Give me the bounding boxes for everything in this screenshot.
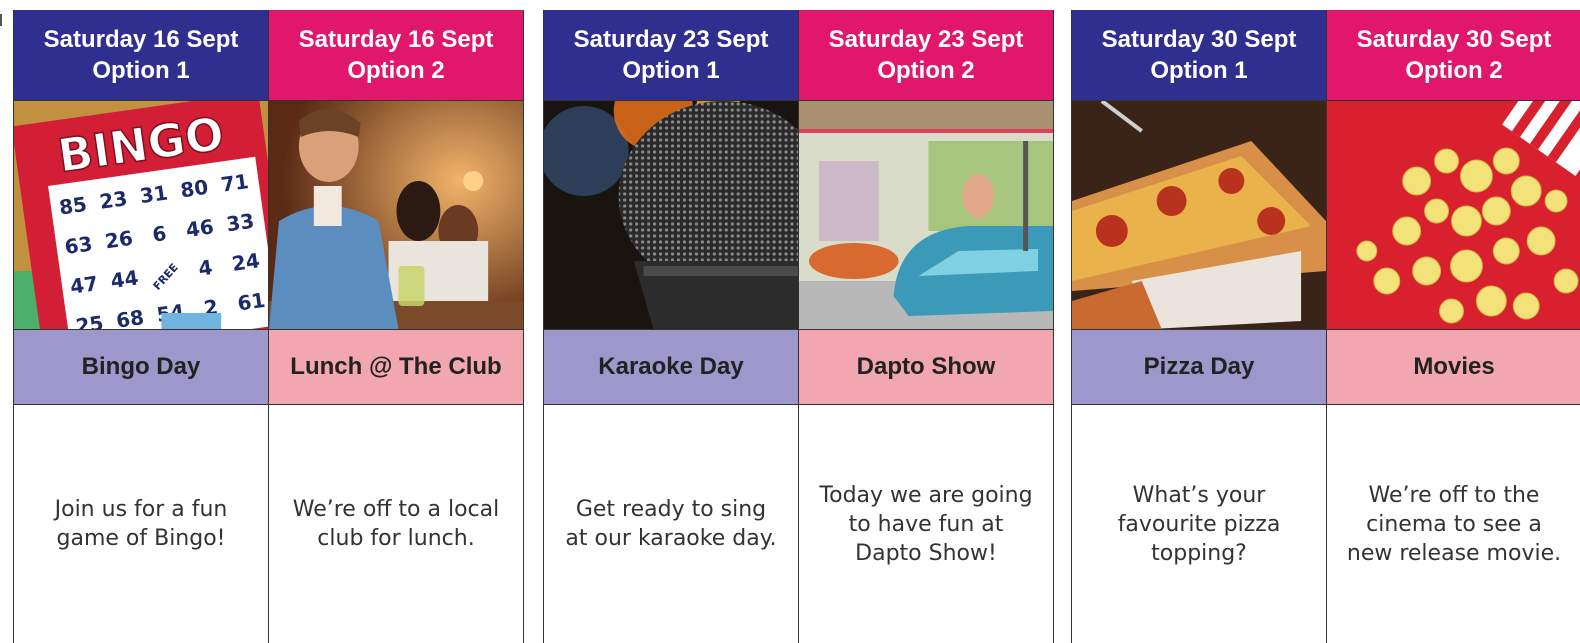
desc-line: What’s your	[1132, 482, 1266, 508]
desc-line: topping?	[1151, 540, 1247, 566]
card-header: Saturday 23 Sept Option 1	[544, 10, 798, 100]
bingo-number: 61	[236, 288, 267, 316]
lunch-photo	[269, 100, 523, 330]
card-title: Pizza Day	[1072, 330, 1326, 405]
card-date: Saturday 23 Sept	[828, 26, 1024, 53]
card-option: Option 2	[877, 57, 975, 84]
activity-card-movies: Saturday 30 Sept Option 2 Movies We’re o…	[1326, 10, 1580, 643]
desc-line: Today we are going	[819, 482, 1033, 508]
card-option: Option 2	[1405, 57, 1503, 84]
bingo-number: 68	[115, 305, 146, 329]
desc-line: new release movie.	[1346, 540, 1562, 566]
bingo-number: 31	[138, 180, 169, 208]
bingo-number: 46	[184, 214, 215, 242]
popcorn-photo	[1327, 100, 1580, 330]
activity-card-bingo: Saturday 16 Sept Option 1 BINGO 85 23 31 80…	[13, 10, 268, 643]
card-header: Saturday 23 Sept Option 2	[799, 10, 1053, 100]
card-description: Join us for a fun game of Bingo!	[14, 405, 268, 643]
desc-line: favourite pizza	[1117, 511, 1281, 537]
desc-line: game of Bingo!	[56, 526, 226, 551]
bingo-number: 23	[98, 186, 129, 214]
desc-line: Get ready to sing	[575, 497, 767, 522]
card-description: Today we are going to have fun at Dapto …	[799, 405, 1053, 643]
pizza-photo	[1072, 100, 1326, 330]
card-option: Option 2	[347, 57, 445, 84]
week-group-30-sept: Saturday 30 Sept Option 1 Pizza Day What…	[1071, 10, 1580, 643]
card-date: Saturday 16 Sept	[43, 26, 239, 53]
desc-line: cinema to see a	[1366, 511, 1542, 537]
card-description: What’s your favourite pizza topping?	[1072, 405, 1326, 643]
card-header: Saturday 30 Sept Option 2	[1327, 10, 1580, 100]
card-date: Saturday 23 Sept	[573, 26, 769, 53]
week-group-23-sept: Saturday 23 Sept Option 1 Karaoke Day Ge…	[543, 10, 1054, 643]
bingo-number: 24	[230, 248, 261, 276]
card-title: Bingo Day	[14, 330, 268, 405]
bingo-number: 47	[69, 271, 100, 299]
card-description: Get ready to sing at our karaoke day.	[544, 405, 798, 643]
desc-line: club for lunch.	[317, 526, 475, 551]
card-title: Lunch @ The Club	[269, 330, 523, 405]
card-option: Option 1	[622, 57, 720, 84]
card-title: Karaoke Day	[544, 330, 798, 405]
bingo-number: 26	[104, 226, 135, 254]
desc-line: to have fun at	[848, 511, 1004, 537]
page-edge-mark	[0, 14, 6, 26]
bingo-number: 25	[74, 311, 105, 329]
card-date: Saturday 30 Sept	[1101, 26, 1297, 53]
card-header: Saturday 30 Sept Option 1	[1072, 10, 1326, 100]
card-header: Saturday 16 Sept Option 2	[269, 10, 523, 100]
microphone-photo	[544, 100, 798, 330]
card-description: We’re off to the cinema to see a new rel…	[1327, 405, 1580, 643]
bingo-number: 63	[63, 231, 94, 259]
card-date: Saturday 30 Sept	[1356, 26, 1552, 53]
bingo-number: 85	[58, 192, 89, 220]
card-description: We’re off to a local club for lunch.	[269, 405, 523, 643]
desc-line: Dapto Show!	[855, 540, 997, 566]
activity-card-dapto-show: Saturday 23 Sept Option 2 Dapto Show Tod…	[798, 10, 1054, 643]
card-title: Dapto Show	[799, 330, 1053, 405]
bingo-number: 71	[219, 169, 250, 197]
card-date: Saturday 16 Sept	[298, 26, 494, 53]
bingo-number: 80	[179, 175, 210, 203]
card-option: Option 1	[92, 57, 190, 84]
desc-line: We’re off to the	[1368, 482, 1540, 508]
desc-line: We’re off to a local	[292, 497, 500, 522]
bumper-cars-photo	[799, 100, 1053, 330]
activity-card-pizza: Saturday 30 Sept Option 1 Pizza Day What…	[1071, 10, 1326, 643]
activity-card-karaoke: Saturday 23 Sept Option 1 Karaoke Day Ge…	[543, 10, 798, 643]
desc-line: Join us for a fun	[54, 497, 228, 522]
card-header: Saturday 16 Sept Option 1	[14, 10, 268, 100]
bingo-photo: BINGO 85 23 31 80 71 63 26 6 46 33 47 44 FREE 4 24 25 68…	[14, 100, 268, 330]
desc-line: at our karaoke day.	[565, 526, 777, 551]
card-title: Movies	[1327, 330, 1580, 405]
bingo-number: 44	[109, 265, 140, 293]
bingo-number: 33	[225, 209, 256, 237]
week-group-16-sept: Saturday 16 Sept Option 1 BINGO 85 23 31 80…	[13, 10, 524, 643]
card-option: Option 1	[1150, 57, 1248, 84]
activity-card-lunch: Saturday 16 Sept Option 2 Lunch @ The Cl…	[268, 10, 524, 643]
